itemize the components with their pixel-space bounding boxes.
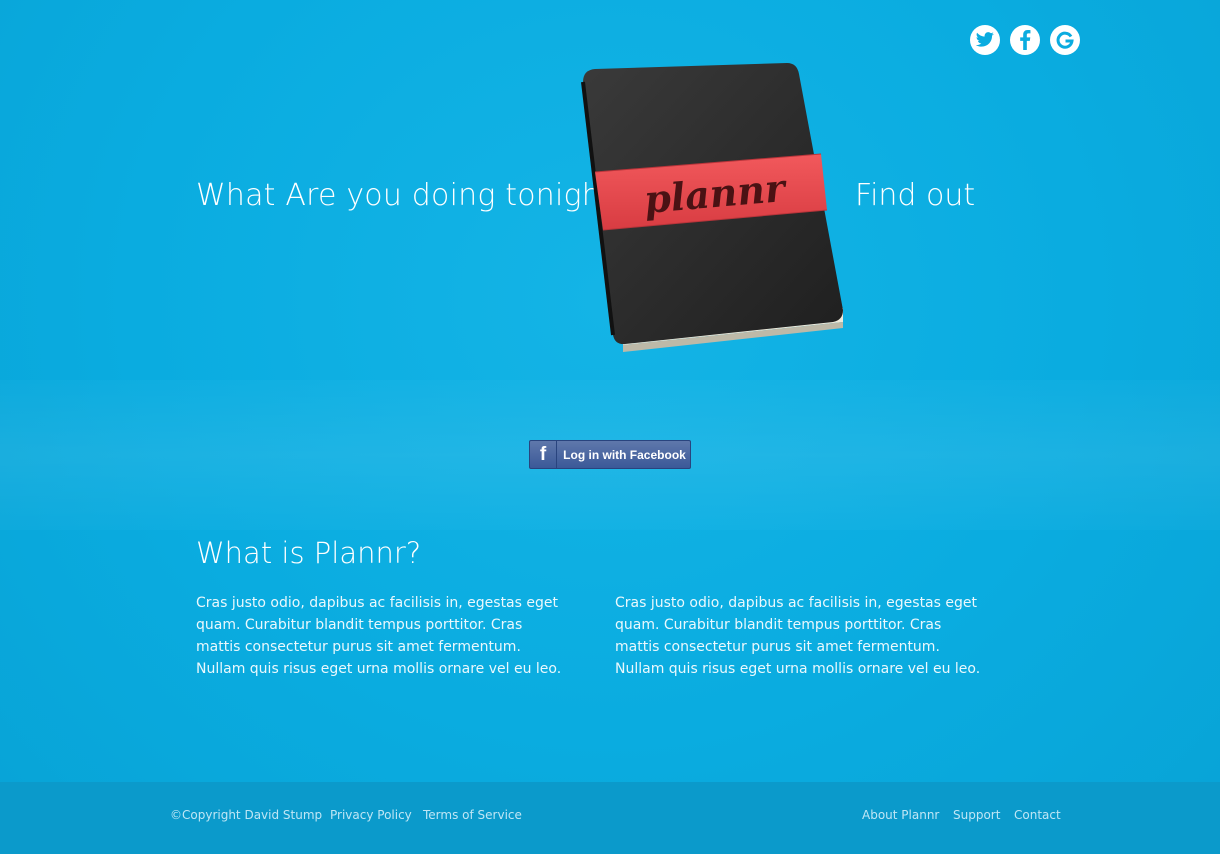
facebook-icon[interactable] [1010,25,1040,55]
about-plannr-link[interactable]: About Plannr [862,808,939,822]
hero-tagline: What Are you doing tonight? [196,178,630,213]
copyright-text: ©Copyright David Stump [170,808,323,822]
about-column-1: Cras justo odio, dapibus ac facilisis in… [196,595,562,677]
about-column-2: Cras justo odio, dapibus ac facilisis in… [615,595,981,677]
contact-link[interactable]: Contact [1014,808,1061,822]
privacy-policy-link[interactable]: Privacy Policy [330,808,412,822]
support-link[interactable]: Support [953,808,1000,822]
about-title: What is Plannr? [196,536,422,570]
find-out-text: Find out [855,178,976,213]
facebook-icon: f [530,441,557,468]
twitter-icon[interactable] [970,25,1000,55]
terms-of-service-link[interactable]: Terms of Service [423,808,522,822]
plannr-notebook-logo: plannr [575,60,850,360]
footer: ©Copyright David Stump Privacy Policy Te… [0,782,1220,854]
facebook-login-label: Log in with Facebook [563,447,686,462]
google-icon[interactable] [1050,25,1080,55]
social-links [970,25,1080,55]
facebook-login-button[interactable]: f Log in with Facebook [529,440,691,469]
